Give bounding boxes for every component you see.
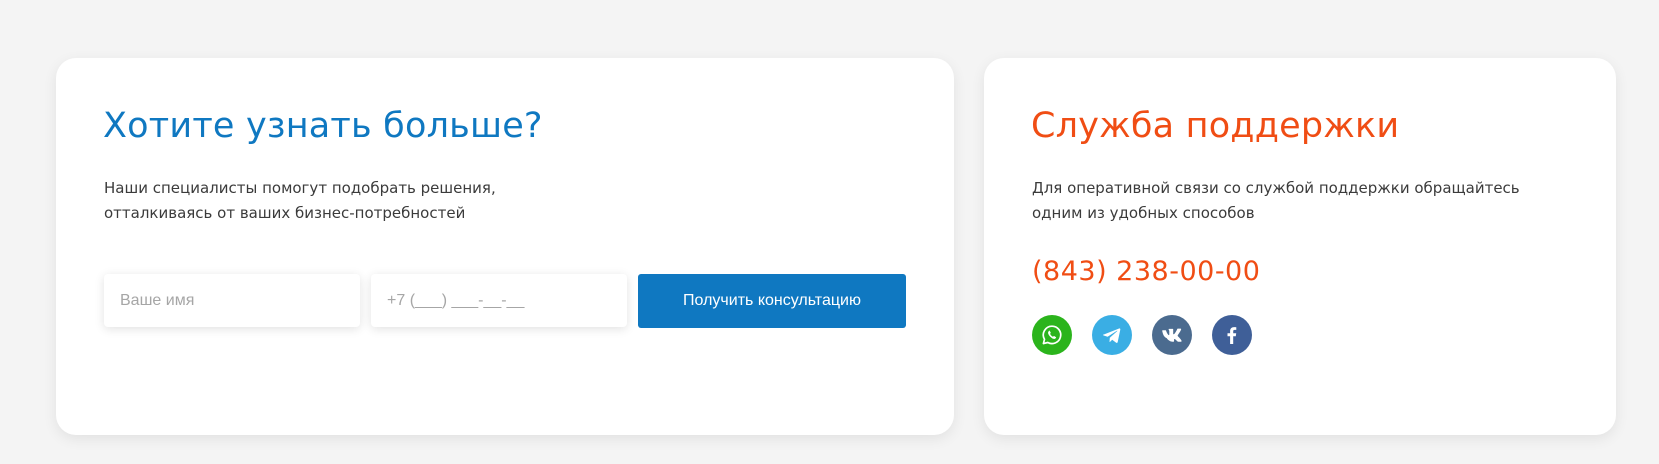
whatsapp-icon bbox=[1042, 325, 1062, 345]
support-description-line-2: одним из удобных способов bbox=[1032, 204, 1255, 222]
support-description-line-1: Для оперативной связи со службой поддерж… bbox=[1032, 179, 1520, 197]
consultation-description-line-2: отталкиваясь от ваших бизнес-потребносте… bbox=[104, 204, 466, 222]
telegram-link[interactable] bbox=[1092, 315, 1132, 355]
consultation-title: Хотите узнать больше? bbox=[103, 106, 543, 146]
phone-input[interactable] bbox=[371, 274, 627, 327]
facebook-link[interactable] bbox=[1212, 315, 1252, 355]
consultation-description-line-1: Наши специалисты помогут подобрать решен… bbox=[104, 179, 496, 197]
support-card: Служба поддержки Для оперативной связи с… bbox=[984, 58, 1616, 435]
consultation-description: Наши специалисты помогут подобрать решен… bbox=[104, 176, 496, 226]
consultation-card: Хотите узнать больше? Наши специалисты п… bbox=[56, 58, 954, 435]
name-input[interactable] bbox=[104, 274, 360, 327]
get-consultation-button[interactable]: Получить консультацию bbox=[638, 274, 906, 328]
social-links bbox=[1032, 315, 1252, 355]
facebook-icon bbox=[1227, 327, 1237, 344]
whatsapp-link[interactable] bbox=[1032, 315, 1072, 355]
support-phone-link[interactable]: (843) 238-00-00 bbox=[1032, 255, 1260, 289]
support-title: Служба поддержки bbox=[1031, 106, 1400, 146]
vk-icon bbox=[1162, 328, 1182, 342]
telegram-icon bbox=[1103, 328, 1121, 343]
support-description: Для оперативной связи со службой поддерж… bbox=[1032, 176, 1520, 226]
vk-link[interactable] bbox=[1152, 315, 1192, 355]
